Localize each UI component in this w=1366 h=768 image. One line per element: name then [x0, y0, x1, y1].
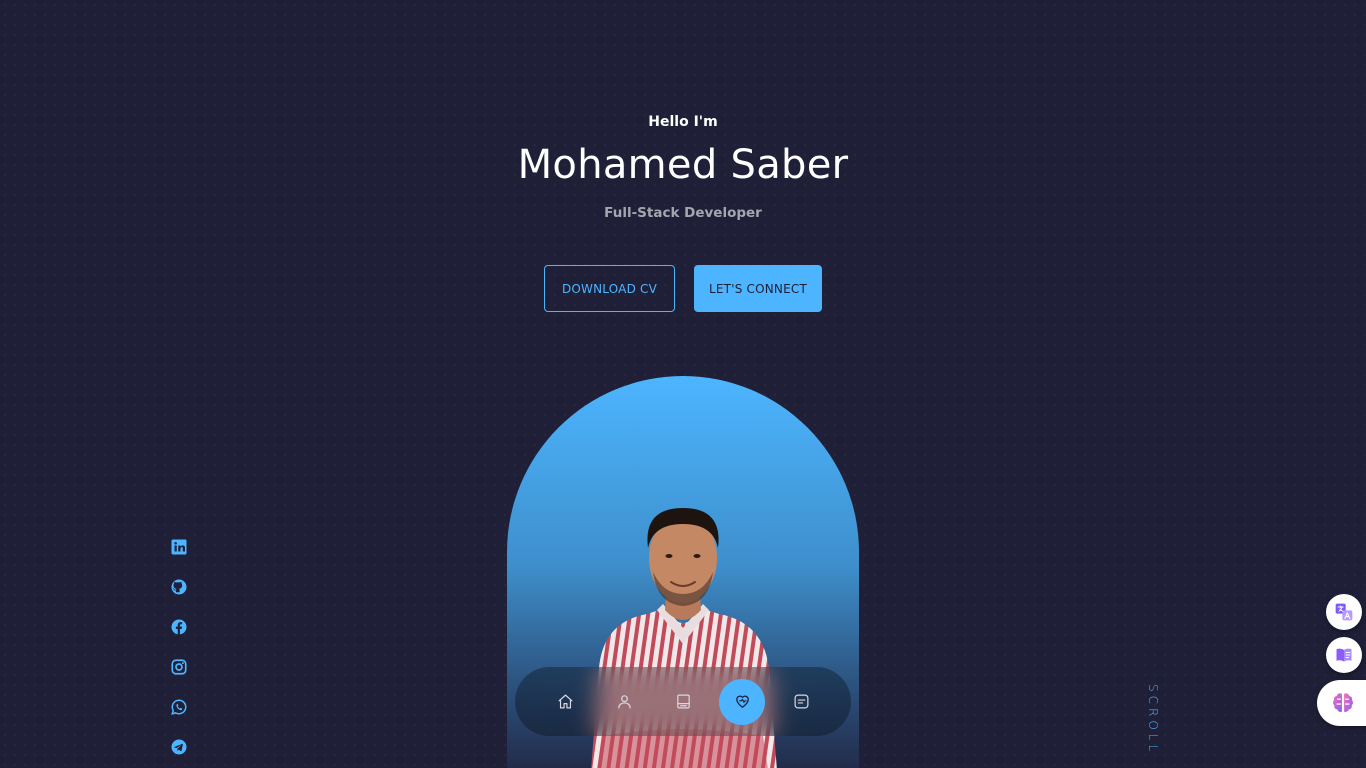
home-icon: [558, 694, 572, 709]
book-icon: [676, 694, 690, 709]
instagram-icon[interactable]: [170, 658, 188, 676]
greeting-text: Hello I'm: [648, 114, 718, 130]
nav-about[interactable]: [601, 679, 647, 725]
hero-role: Full-Stack Developer: [604, 205, 762, 221]
nav-home[interactable]: [542, 679, 588, 725]
github-icon[interactable]: [170, 578, 188, 596]
ai-assistant-button[interactable]: [1317, 680, 1366, 726]
reader-icon: [1336, 648, 1352, 662]
download-cv-button[interactable]: DOWNLOAD CV: [544, 265, 675, 312]
linkedin-icon[interactable]: [170, 538, 188, 556]
bottom-nav: [515, 667, 851, 736]
translate-button[interactable]: [1326, 594, 1362, 630]
facebook-icon[interactable]: [170, 618, 188, 636]
ai-brain-icon: [1333, 693, 1353, 712]
user-icon: [617, 695, 631, 709]
message-icon: [794, 694, 808, 709]
telegram-icon[interactable]: [170, 738, 188, 756]
social-links: [170, 538, 188, 768]
nav-contact[interactable]: [778, 679, 824, 725]
scroll-down-link[interactable]: SCROLL: [1146, 684, 1160, 755]
nav-services[interactable]: [719, 678, 765, 725]
hero-name: Mohamed Saber: [517, 142, 849, 188]
whatsapp-icon[interactable]: [170, 698, 188, 716]
nav-experience[interactable]: [660, 679, 706, 725]
lets-connect-button[interactable]: LET'S CONNECT: [694, 265, 822, 312]
translate-icon: [1335, 603, 1353, 621]
services-icon: [735, 695, 749, 708]
reader-mode-button[interactable]: [1326, 637, 1362, 673]
